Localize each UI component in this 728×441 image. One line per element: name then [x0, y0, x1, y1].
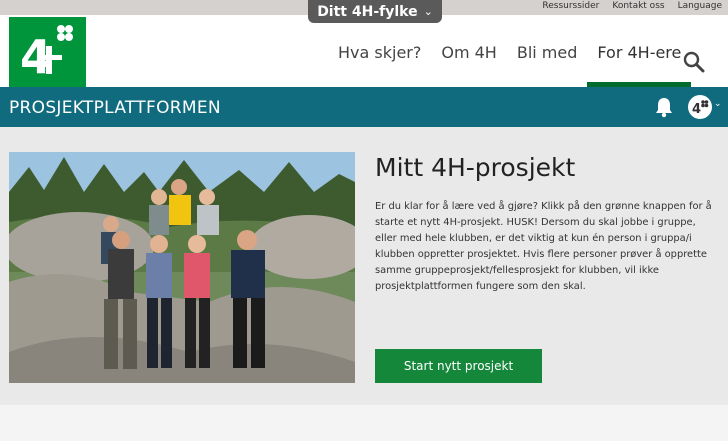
chevron-down-icon: ⌄: [423, 5, 433, 18]
county-selector-label: Ditt 4H-fylke: [317, 3, 418, 20]
start-new-project-button[interactable]: Start nytt prosjekt: [375, 349, 542, 383]
nav-hva-skjer[interactable]: Hva skjer?: [328, 15, 431, 87]
platform-title[interactable]: PROSJEKTPLATTFORMEN: [9, 98, 221, 118]
nav-bli-med[interactable]: Bli med: [507, 15, 588, 87]
page-footer-area: [0, 405, 728, 441]
link-ressurssider[interactable]: Ressurssider: [542, 1, 599, 11]
site-header: 4 Hva skjer? Om 4H Bli med For 4H-ere: [0, 15, 728, 87]
project-section: Mitt 4H-prosjekt Er du klar for å lære v…: [0, 127, 728, 405]
4h-logo-mark: 4: [20, 25, 73, 84]
page-title: Mitt 4H-prosjekt: [375, 153, 576, 182]
intro-text: Er du klar for å lære ved å gjøre? Klikk…: [375, 201, 712, 292]
4h-clover-icon: 4: [692, 100, 709, 117]
main-nav: Hva skjer? Om 4H Bli med For 4H-ere: [328, 15, 692, 87]
chevron-down-icon[interactable]: ⌄: [714, 99, 722, 109]
utility-links: Ressurssider Kontakt oss Language: [542, 1, 722, 11]
link-language[interactable]: Language: [678, 1, 722, 11]
group-photo: [9, 152, 355, 383]
4h-logo[interactable]: 4: [9, 17, 86, 87]
link-kontakt-oss[interactable]: Kontakt oss: [612, 1, 664, 11]
search-icon[interactable]: [683, 51, 705, 73]
bell-icon[interactable]: [654, 96, 674, 118]
platform-bar: PROSJEKTPLATTFORMEN 4 ⌄: [0, 87, 728, 127]
nav-om-4h[interactable]: Om 4H: [431, 15, 506, 87]
nav-for-4h-ere[interactable]: For 4H-ere: [587, 15, 692, 87]
user-avatar[interactable]: 4: [688, 95, 712, 119]
svg-text:4: 4: [692, 102, 701, 117]
county-selector[interactable]: Ditt 4H-fylke ⌄: [308, 0, 442, 23]
